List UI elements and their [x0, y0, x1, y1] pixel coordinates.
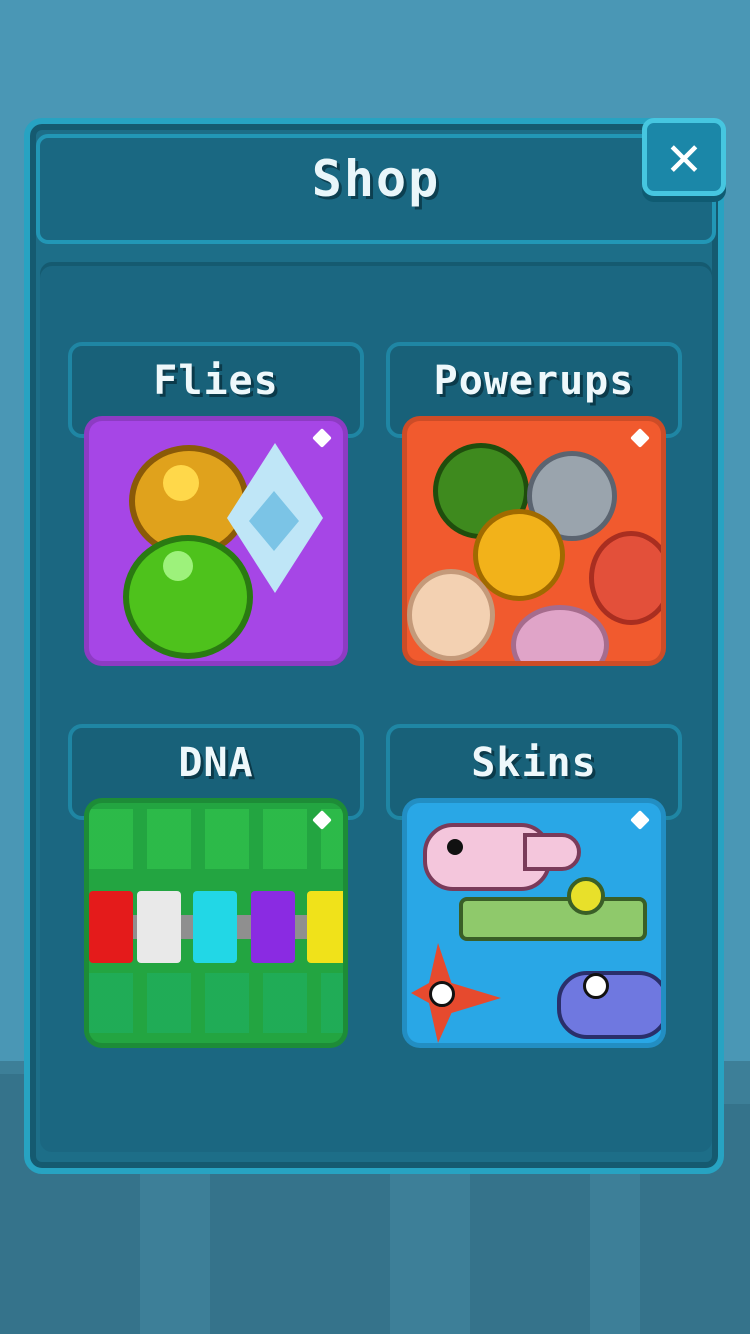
- category-label: Powerups: [433, 358, 635, 404]
- category-label: DNA: [178, 740, 254, 786]
- page-title: Shop: [311, 150, 441, 208]
- skins-icon[interactable]: [402, 798, 666, 1048]
- category-label: Skins: [471, 740, 597, 786]
- shine-icon: [630, 428, 650, 448]
- dna-icon[interactable]: [84, 798, 348, 1048]
- category-card-skins[interactable]: Skins: [386, 724, 682, 1056]
- close-button[interactable]: ✕: [642, 118, 726, 196]
- shine-icon: [630, 810, 650, 830]
- powerups-icon[interactable]: [402, 416, 666, 666]
- shine-icon: [312, 428, 332, 448]
- category-label: Flies: [153, 358, 279, 404]
- category-card-powerups[interactable]: Powerups: [386, 342, 682, 674]
- category-card-dna[interactable]: DNA: [68, 724, 364, 1056]
- flies-icon[interactable]: [84, 416, 348, 666]
- category-card-flies[interactable]: Flies: [68, 342, 364, 674]
- close-icon: ✕: [667, 124, 701, 189]
